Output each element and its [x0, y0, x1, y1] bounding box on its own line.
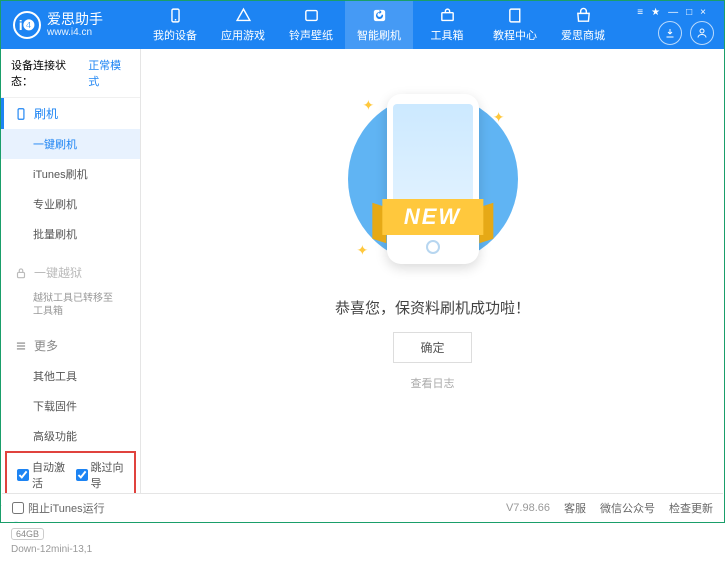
sidebar-item-batch-flash[interactable]: 批量刷机: [1, 219, 140, 249]
statusbar: 阻止iTunes运行 V7.98.66 客服 微信公众号 检查更新: [2, 493, 723, 521]
nav-smart-flash[interactable]: 智能刷机: [345, 1, 413, 49]
nav-apps[interactable]: 应用游戏: [209, 1, 277, 49]
sidebar-item-pro-flash[interactable]: 专业刷机: [1, 189, 140, 219]
sidebar-item-oneclick-flash[interactable]: 一键刷机: [1, 129, 140, 159]
lock-icon: [14, 266, 28, 280]
logo[interactable]: i❹ 爱思助手 www.i4.cn: [1, 11, 141, 39]
flash-options-box: 自动激活 跳过向导: [5, 451, 136, 499]
nav-ringtones[interactable]: 铃声壁纸: [277, 1, 345, 49]
block-itunes-checkbox[interactable]: 阻止iTunes运行: [12, 500, 105, 516]
device-status: 设备连接状态： 正常模式: [1, 49, 140, 98]
sidebar: 设备连接状态： 正常模式 刷机 一键刷机 iTunes刷机 专业刷机 批量刷机 …: [1, 49, 141, 495]
success-message: 恭喜您，保资料刷机成功啦！: [335, 297, 530, 318]
skip-guide-checkbox[interactable]: 跳过向导: [76, 459, 125, 491]
list-icon: [14, 339, 28, 353]
storage-badge: 64GB: [11, 528, 44, 540]
new-ribbon: NEW: [382, 199, 483, 235]
header-right-icons: ≡ ★ — □ ×: [658, 5, 724, 45]
nav-my-device[interactable]: 我的设备: [141, 1, 209, 49]
nav-tutorials[interactable]: 教程中心: [481, 1, 549, 49]
sidebar-item-other-tools[interactable]: 其他工具: [1, 361, 140, 391]
book-icon: [507, 7, 524, 24]
sidebar-head-jailbreak[interactable]: 一键越狱: [1, 257, 140, 288]
logo-icon: i❹: [13, 11, 41, 39]
ok-button[interactable]: 确定: [393, 332, 471, 363]
customer-service-link[interactable]: 客服: [564, 500, 586, 516]
jailbreak-note: 越狱工具已转移至工具箱: [1, 288, 140, 322]
nav-toolbox[interactable]: 工具箱: [413, 1, 481, 49]
device-status-value: 正常模式: [88, 57, 130, 89]
nav-store[interactable]: 爱思商城: [549, 1, 617, 49]
view-log-link[interactable]: 查看日志: [411, 375, 455, 391]
device-detail: Down-12mini-13,1: [11, 544, 130, 555]
wechat-link[interactable]: 微信公众号: [600, 500, 655, 516]
toolbox-icon: [439, 7, 456, 24]
sidebar-item-advanced[interactable]: 高级功能: [1, 421, 140, 451]
skin-icon[interactable]: ★: [651, 7, 660, 18]
app-title: 爱思助手: [47, 12, 103, 27]
success-illustration: NEW ✦ ✦ ✦: [343, 79, 523, 279]
top-nav: 我的设备 应用游戏 铃声壁纸 智能刷机 工具箱 教程中心 爱思商城: [141, 1, 617, 49]
maximize-button[interactable]: □: [686, 7, 692, 18]
app-url: www.i4.cn: [47, 27, 103, 38]
apps-icon: [235, 7, 252, 24]
phone-icon: [14, 107, 28, 121]
version-label: V7.98.66: [506, 502, 550, 514]
sidebar-head-more[interactable]: 更多: [1, 330, 140, 361]
sidebar-item-itunes-flash[interactable]: iTunes刷机: [1, 159, 140, 189]
close-button[interactable]: ×: [700, 7, 706, 18]
sidebar-head-flash[interactable]: 刷机: [1, 98, 140, 129]
menu-icon[interactable]: ≡: [637, 7, 643, 18]
minimize-button[interactable]: —: [668, 7, 678, 18]
phone-icon: [167, 7, 184, 24]
auto-activate-checkbox[interactable]: 自动激活: [17, 459, 66, 491]
titlebar: i❹ 爱思助手 www.i4.cn 我的设备 应用游戏 铃声壁纸 智能刷机 工具…: [1, 1, 724, 49]
refresh-icon: [371, 7, 388, 24]
device-status-label: 设备连接状态：: [11, 57, 84, 89]
store-icon: [575, 7, 592, 24]
window-controls: ≡ ★ — □ ×: [637, 3, 716, 524]
check-update-link[interactable]: 检查更新: [669, 500, 713, 516]
sidebar-item-download-firmware[interactable]: 下载固件: [1, 391, 140, 421]
wallpaper-icon: [303, 7, 320, 24]
